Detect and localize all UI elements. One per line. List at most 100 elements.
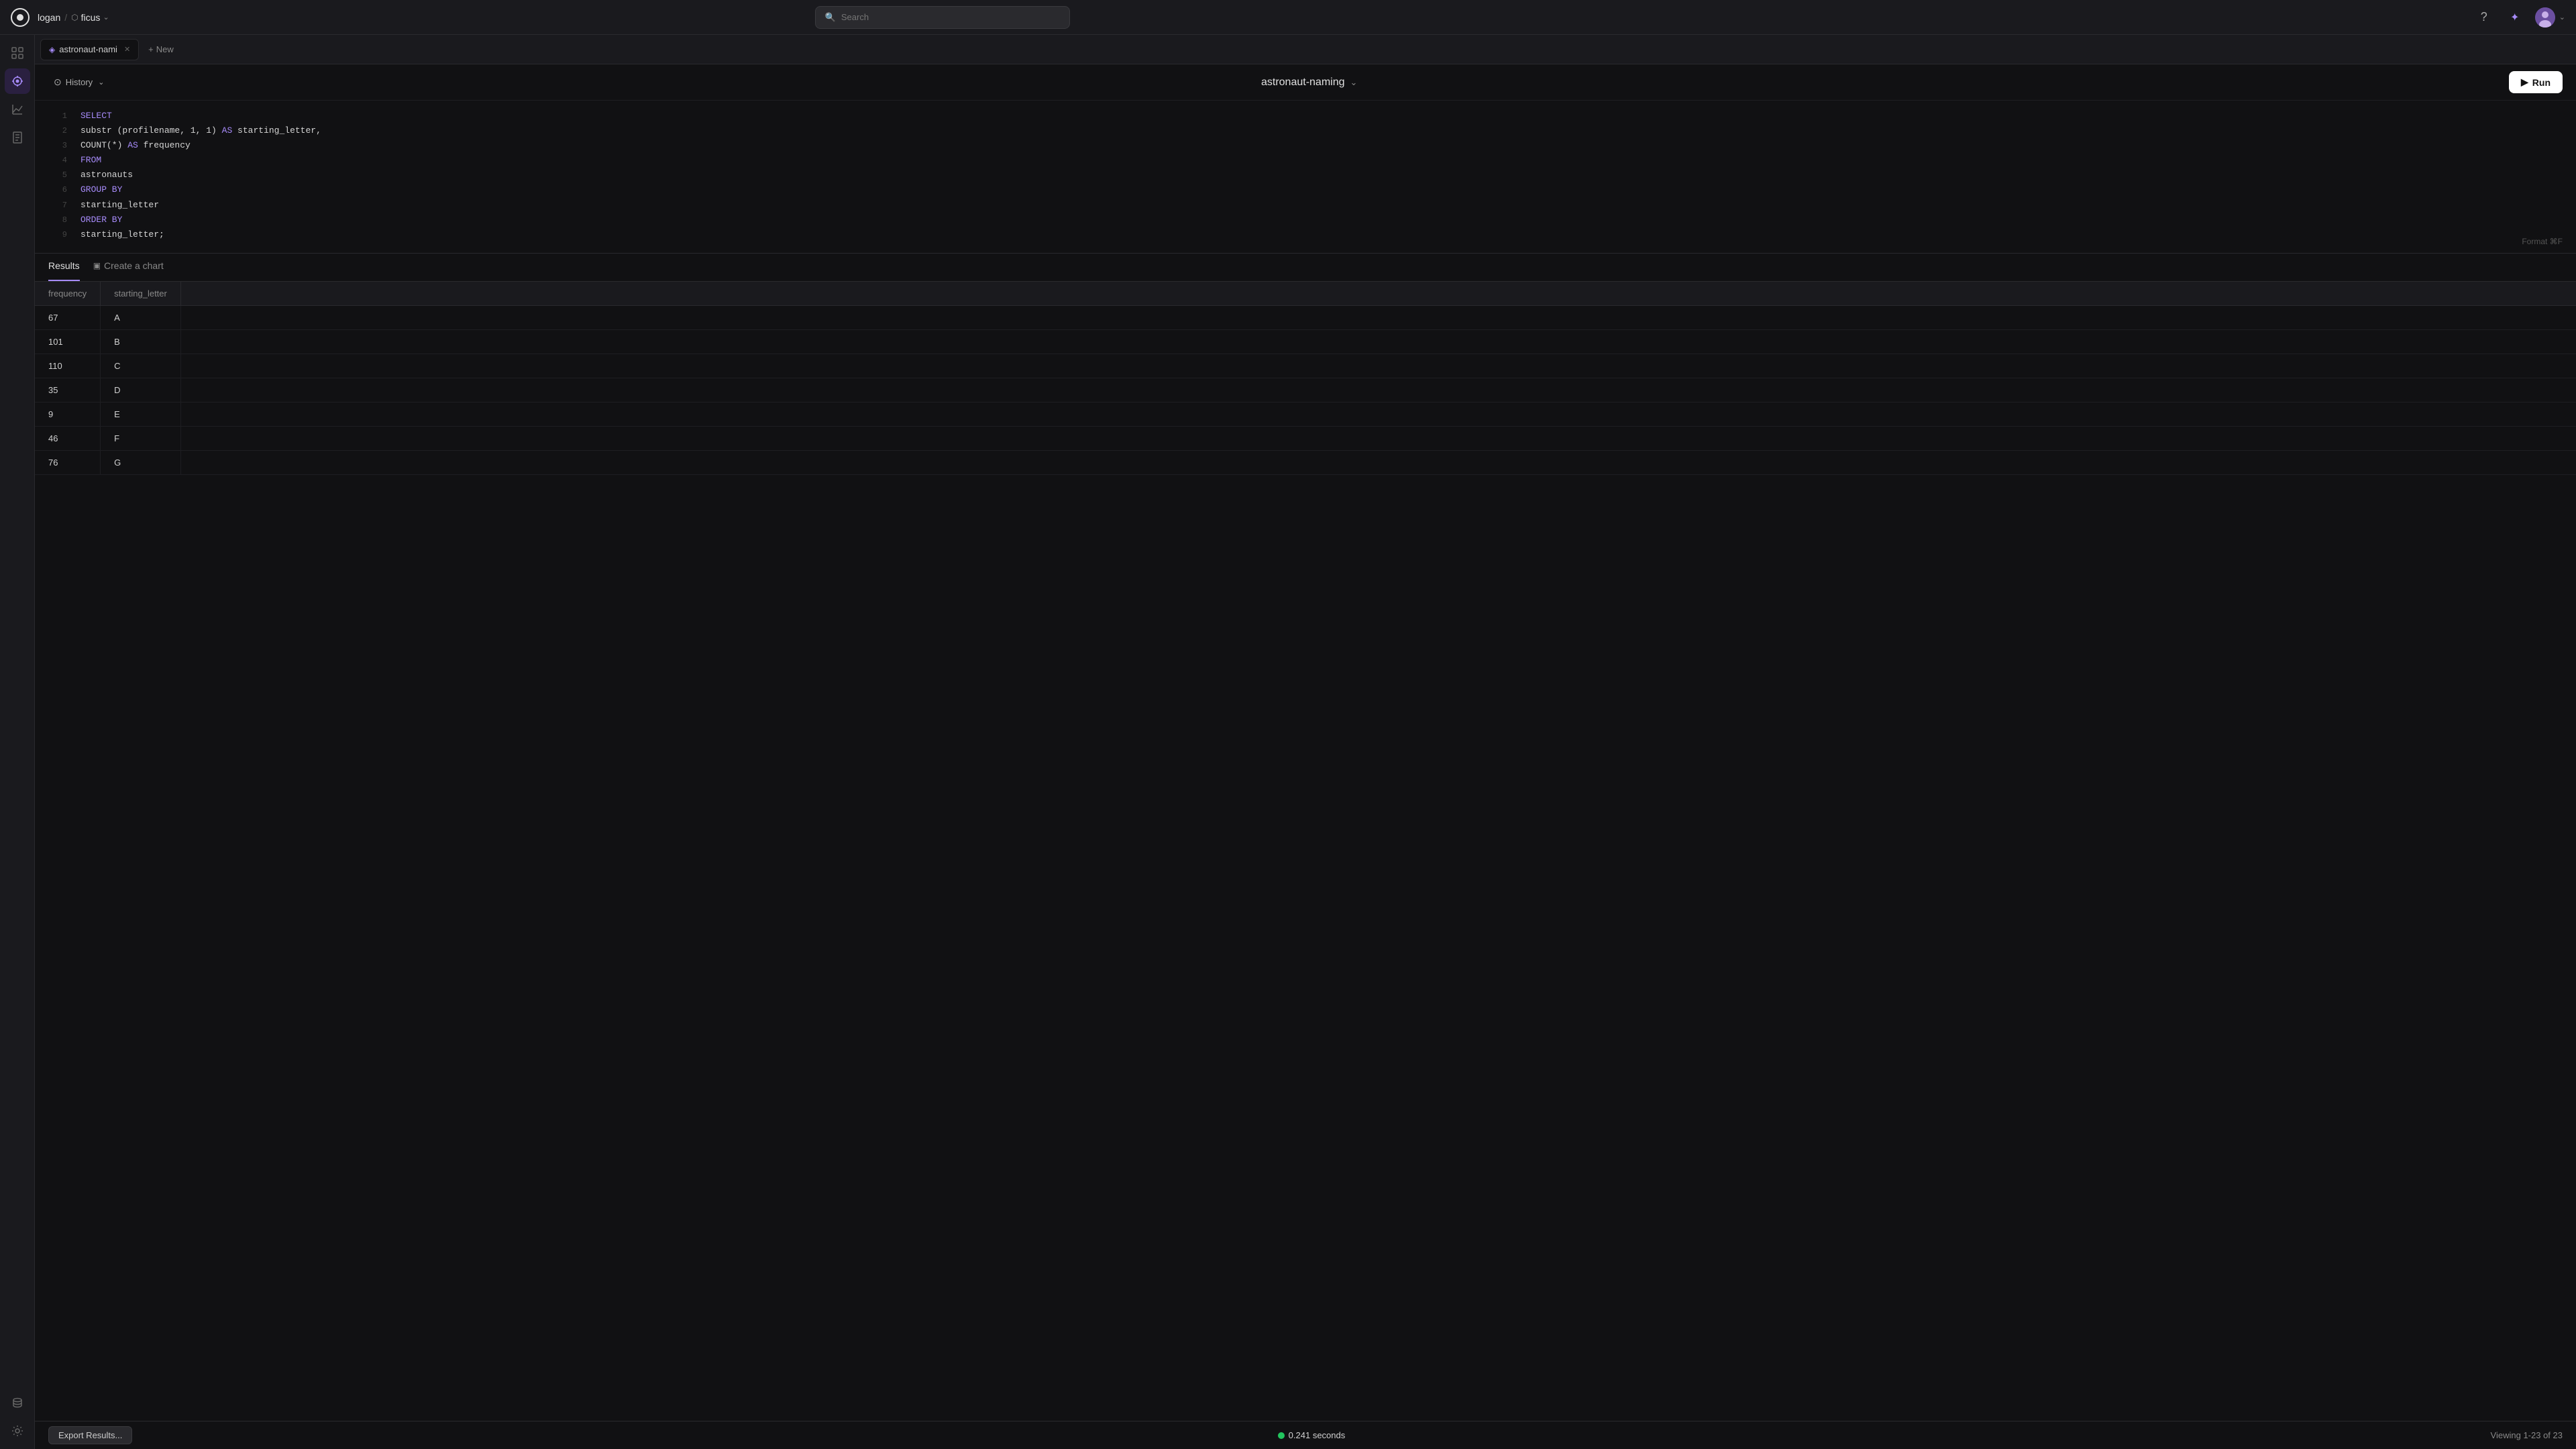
table-cell: G	[101, 450, 181, 474]
history-button[interactable]: ⊙ History ⌄	[48, 74, 109, 91]
table-row[interactable]: 110C	[35, 354, 2576, 378]
format-hint: Format ⌘F	[2522, 237, 2563, 246]
code-line: 7 starting_letter	[35, 198, 2576, 213]
table-cell: C	[101, 354, 181, 378]
table-cell-empty	[180, 305, 2576, 329]
search-bar[interactable]: 🔍	[815, 6, 1070, 29]
run-play-icon: ▶	[2521, 76, 2528, 88]
avatar[interactable]	[2535, 7, 2555, 28]
table-row[interactable]: 35D	[35, 378, 2576, 402]
editor-container: ⊙ History ⌄ astronaut-naming ⌄ ▶ Run 1SE…	[35, 64, 2576, 253]
table-column-header[interactable]: starting_letter	[101, 282, 181, 306]
table-cell-empty	[180, 378, 2576, 402]
history-label: History	[66, 77, 93, 87]
code-content: substr (profilename, 1, 1) AS starting_l…	[80, 123, 321, 138]
table-row[interactable]: 46F	[35, 426, 2576, 450]
line-number: 8	[48, 213, 67, 227]
table-cell: 46	[35, 426, 101, 450]
table-row[interactable]: 76G	[35, 450, 2576, 474]
table-cell: 76	[35, 450, 101, 474]
new-tab-plus-icon: +	[148, 44, 154, 54]
table-cell-empty	[180, 329, 2576, 354]
code-line: 6GROUP BY	[35, 182, 2576, 197]
sidebar-item-grid[interactable]	[5, 40, 30, 66]
table-cell-empty	[180, 402, 2576, 426]
line-number: 4	[48, 154, 67, 167]
database-small-icon: ⬡	[71, 13, 78, 22]
code-line: 8 ORDER BY	[35, 213, 2576, 227]
db-name-label: ficus	[81, 12, 101, 23]
code-content: ORDER BY	[80, 213, 122, 227]
line-number: 6	[48, 183, 67, 197]
tab-results[interactable]: Results	[48, 254, 80, 281]
history-icon: ⊙	[54, 76, 62, 88]
table-cell-empty	[180, 354, 2576, 378]
breadcrumb-database[interactable]: ⬡ ficus ⌄	[71, 12, 109, 23]
table-column-header[interactable]: frequency	[35, 282, 101, 306]
help-button[interactable]: ?	[2473, 7, 2495, 28]
code-content: starting_letter	[80, 198, 159, 213]
sidebar-item-queries[interactable]	[5, 68, 30, 94]
results-table-wrapper[interactable]: frequencystarting_letter 67A101B110C35D9…	[35, 282, 2576, 1421]
results-tabs: Results ▣ Create a chart	[35, 254, 2576, 282]
line-number: 3	[48, 139, 67, 152]
top-header: logan / ⬡ ficus ⌄ 🔍 ? ✦ ⌄	[0, 0, 2576, 35]
table-row[interactable]: 67A	[35, 305, 2576, 329]
line-number: 5	[48, 168, 67, 182]
search-icon: 🔍	[825, 12, 836, 23]
table-cell: E	[101, 402, 181, 426]
success-indicator	[1278, 1432, 1285, 1439]
table-cell-empty	[180, 426, 2576, 450]
table-row[interactable]: 9E	[35, 402, 2576, 426]
code-content: SELECT	[80, 109, 112, 123]
main-layout: ◈ astronaut-nami ✕ + New ⊙ History ⌄ ast…	[0, 35, 2576, 1449]
table-cell: A	[101, 305, 181, 329]
breadcrumb-separator: /	[64, 12, 67, 23]
sidebar-item-charts[interactable]	[5, 97, 30, 122]
tab-astronaut-naming[interactable]: ◈ astronaut-nami ✕	[40, 39, 139, 60]
query-title: astronaut-naming ⌄	[109, 76, 2509, 89]
tab-close-button[interactable]: ✕	[124, 45, 130, 54]
breadcrumb-user[interactable]: logan	[38, 12, 60, 23]
table-column-header-empty	[180, 282, 2576, 306]
header-right: ? ✦ ⌄	[2473, 7, 2565, 28]
ai-button[interactable]: ✦	[2504, 7, 2526, 28]
avatar-chevron-icon: ⌄	[2559, 13, 2565, 21]
code-editor[interactable]: 1SELECT2 substr (profilename, 1, 1) AS s…	[35, 101, 2576, 253]
export-button[interactable]: Export Results...	[48, 1426, 132, 1444]
sidebar-item-database[interactable]	[5, 1390, 30, 1415]
code-content: astronauts	[80, 168, 133, 182]
results-container: Results ▣ Create a chart frequencystarti…	[35, 253, 2576, 1449]
code-content: starting_letter;	[80, 227, 164, 242]
logo[interactable]	[11, 8, 30, 27]
user-menu[interactable]: ⌄	[2535, 7, 2565, 28]
table-cell: B	[101, 329, 181, 354]
results-tab-label: Results	[48, 260, 80, 271]
code-line: 4 FROM	[35, 153, 2576, 168]
query-title-chevron-icon[interactable]: ⌄	[1350, 77, 1358, 88]
sidebar-item-settings[interactable]	[5, 1418, 30, 1444]
line-number: 7	[48, 199, 67, 212]
table-cell: 35	[35, 378, 101, 402]
line-number: 2	[48, 124, 67, 138]
line-number: 9	[48, 228, 67, 241]
tab-create-chart[interactable]: ▣ Create a chart	[93, 254, 164, 281]
status-bar: Export Results... 0.241 seconds Viewing …	[35, 1421, 2576, 1449]
table-row[interactable]: 101B	[35, 329, 2576, 354]
new-tab-button[interactable]: + New	[142, 39, 180, 60]
left-sidebar	[0, 35, 35, 1449]
table-header-row: frequencystarting_letter	[35, 282, 2576, 306]
breadcrumb: logan / ⬡ ficus ⌄	[38, 12, 109, 23]
search-input[interactable]	[841, 12, 1060, 22]
run-button[interactable]: ▶ Run	[2509, 71, 2563, 93]
timing-text: 0.241 seconds	[1289, 1430, 1346, 1440]
history-chevron-icon: ⌄	[98, 78, 104, 87]
code-content: FROM	[80, 153, 101, 168]
table-cell: 110	[35, 354, 101, 378]
content-area: ◈ astronaut-nami ✕ + New ⊙ History ⌄ ast…	[35, 35, 2576, 1449]
sidebar-item-notebook[interactable]	[5, 125, 30, 150]
code-line: 9 starting_letter;	[35, 227, 2576, 242]
new-tab-label: New	[156, 44, 174, 54]
results-table: frequencystarting_letter 67A101B110C35D9…	[35, 282, 2576, 475]
table-cell: 101	[35, 329, 101, 354]
